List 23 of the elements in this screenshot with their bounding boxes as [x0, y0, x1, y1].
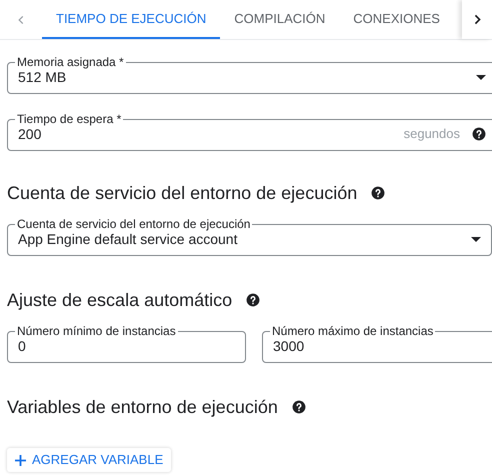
input-field[interactable]: Tiempo de espera * 200 segundos — [7, 113, 492, 151]
input-field[interactable]: Número mínimo de instancias 0 — [7, 325, 246, 363]
field-value: App Engine default service account — [18, 230, 238, 249]
field-value: 3000 — [273, 336, 304, 356]
field-label: Número máximo de instancias — [271, 325, 434, 337]
tab[interactable]: COMPILACIÓN — [220, 0, 340, 39]
field-label: Tiempo de espera * — [16, 113, 122, 125]
section-heading: Ajuste de escala automático — [7, 289, 232, 311]
unit-suffix: segundos — [404, 125, 460, 144]
tab[interactable]: TIEMPO DE EJECUCIÓN — [42, 0, 220, 39]
tab[interactable]: CONEXIONES — [339, 0, 454, 39]
select-field[interactable]: Memoria asignada * 512 MB — [7, 56, 492, 94]
field-value: 512 MB — [18, 68, 66, 86]
field-label: Memoria asignada * — [16, 56, 125, 68]
select-field[interactable]: Cuenta de servicio del entorno de ejecución App Engine default service account — [7, 218, 492, 256]
input-field[interactable]: Número máximo de instancias 3000 — [262, 325, 492, 363]
field-label: Número mínimo de instancias — [16, 325, 177, 337]
field-label: Cuenta de servicio del entorno de ejecución — [16, 218, 252, 230]
field-value: 200 — [18, 126, 42, 144]
section-heading: Variables de entorno de ejecución — [7, 396, 278, 418]
add-variable-button[interactable]: AGREGAR VARIABLE — [7, 448, 172, 472]
field-value: 0 — [18, 336, 26, 356]
section-heading: Cuenta de servicio del entorno de ejecución — [7, 182, 358, 204]
